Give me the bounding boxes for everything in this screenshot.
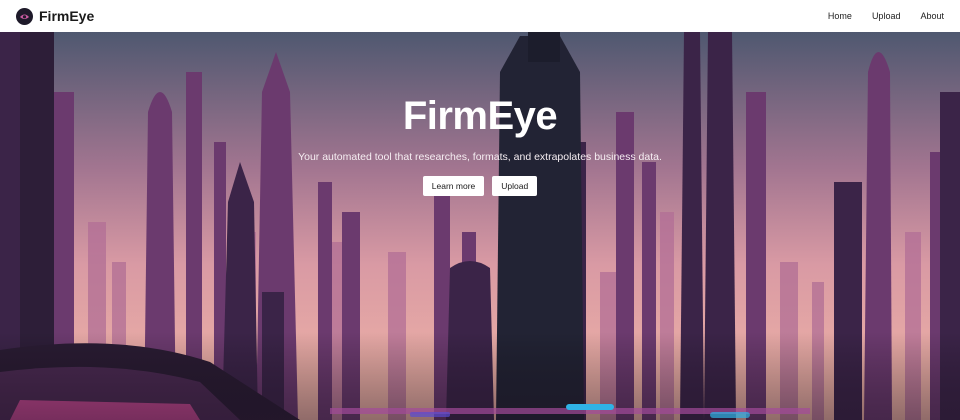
brand-link[interactable]: FirmEye [16, 7, 95, 25]
hero-title: FirmEye [402, 94, 558, 138]
learn-more-button[interactable]: Learn more [422, 176, 485, 196]
nav-link-upload[interactable]: Upload [872, 11, 901, 21]
top-navbar: FirmEye Home Upload About [0, 0, 960, 32]
hero-buttons: Learn more Upload [422, 176, 538, 196]
nav-link-about[interactable]: About [920, 11, 944, 21]
upload-button[interactable]: Upload [492, 176, 538, 196]
brand-name: FirmEye [39, 8, 95, 24]
eye-logo-icon [16, 7, 33, 25]
nav-links: Home Upload About [828, 11, 944, 21]
hero-section: FirmEye Your automated tool that researc… [0, 32, 960, 420]
hero-content: FirmEye Your automated tool that researc… [0, 32, 960, 196]
nav-link-home[interactable]: Home [828, 11, 852, 21]
hero-subtitle: Your automated tool that researches, for… [298, 151, 662, 163]
